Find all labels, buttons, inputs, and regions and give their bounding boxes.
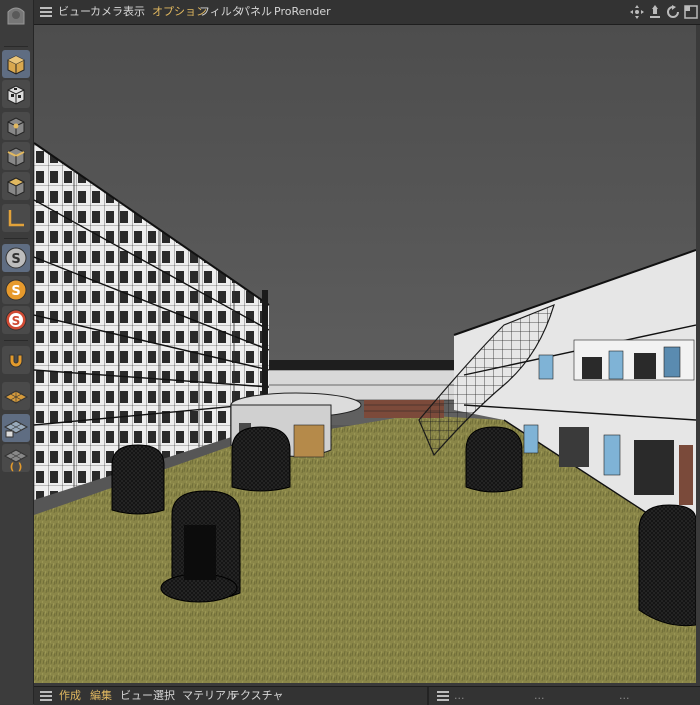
cube-object-mode-icon[interactable] [2, 50, 30, 78]
cage-dome [160, 490, 241, 603]
grid-snap-icon[interactable]: ( ) [2, 444, 30, 472]
rotate-icon[interactable] [666, 5, 680, 19]
cage-dome [231, 426, 291, 492]
workplane-icon[interactable] [2, 382, 30, 410]
collapsed-menu-item[interactable]: ... [619, 690, 630, 702]
cage-dome [465, 426, 523, 493]
hamburger-menu-icon[interactable] [40, 7, 52, 17]
svg-text:S: S [11, 252, 20, 267]
viewport-menubar: ビュー カメラ 表示 オプション フィルタ パネル ProRender [34, 0, 700, 25]
svg-text:( ): ( ) [10, 462, 23, 472]
snap-s-orange-icon[interactable]: S [2, 276, 30, 304]
menu-view[interactable]: ビュー [58, 6, 91, 18]
edge-mode-icon[interactable] [2, 142, 30, 170]
snap-s-icon[interactable]: S [2, 244, 30, 272]
menu-filter[interactable]: フィルタ [199, 6, 243, 18]
menu-camera[interactable]: カメラ [90, 6, 123, 18]
menu-texture[interactable]: テクスチャ [229, 690, 284, 702]
move-icon[interactable] [630, 5, 644, 19]
menu-view[interactable]: ビュー [120, 690, 153, 702]
polygon-mode-icon[interactable] [2, 172, 30, 200]
3d-viewport[interactable] [34, 25, 696, 683]
cage-dome [638, 504, 696, 627]
app-logo-icon [2, 2, 30, 30]
collapsed-menu-item[interactable]: ... [454, 690, 465, 702]
snap-s-red-icon[interactable]: S [2, 306, 30, 334]
axis-icon[interactable] [2, 204, 30, 232]
svg-text:S: S [12, 314, 21, 328]
left-toolbar: S S S ( ) [0, 0, 34, 704]
point-mode-icon[interactable] [2, 112, 30, 140]
svg-text:S: S [11, 284, 20, 299]
cage-dome [111, 444, 165, 515]
menu-edit[interactable]: 編集 [90, 690, 112, 702]
menu-display[interactable]: 表示 [123, 6, 145, 18]
menu-create[interactable]: 作成 [59, 690, 81, 702]
menu-panel[interactable]: パネル [239, 6, 272, 18]
maximize-icon[interactable] [684, 5, 698, 19]
courtyard-render [34, 25, 696, 683]
hamburger-menu-icon[interactable] [437, 691, 449, 701]
material-manager-menubar: 作成 編集 ビュー 選択 マテリアル テクスチャ ... ... ... [34, 686, 700, 705]
menu-prorender[interactable]: ProRender [274, 6, 331, 18]
collapsed-menu-item[interactable]: ... [534, 690, 545, 702]
lock-workplane-icon[interactable] [2, 414, 30, 442]
magnet-icon[interactable] [2, 346, 30, 374]
panel-divider[interactable] [427, 687, 429, 705]
zoom-icon[interactable] [648, 5, 662, 19]
menu-select[interactable]: 選択 [153, 690, 175, 702]
hamburger-menu-icon[interactable] [40, 691, 52, 701]
checker-cube-icon[interactable] [2, 80, 30, 108]
